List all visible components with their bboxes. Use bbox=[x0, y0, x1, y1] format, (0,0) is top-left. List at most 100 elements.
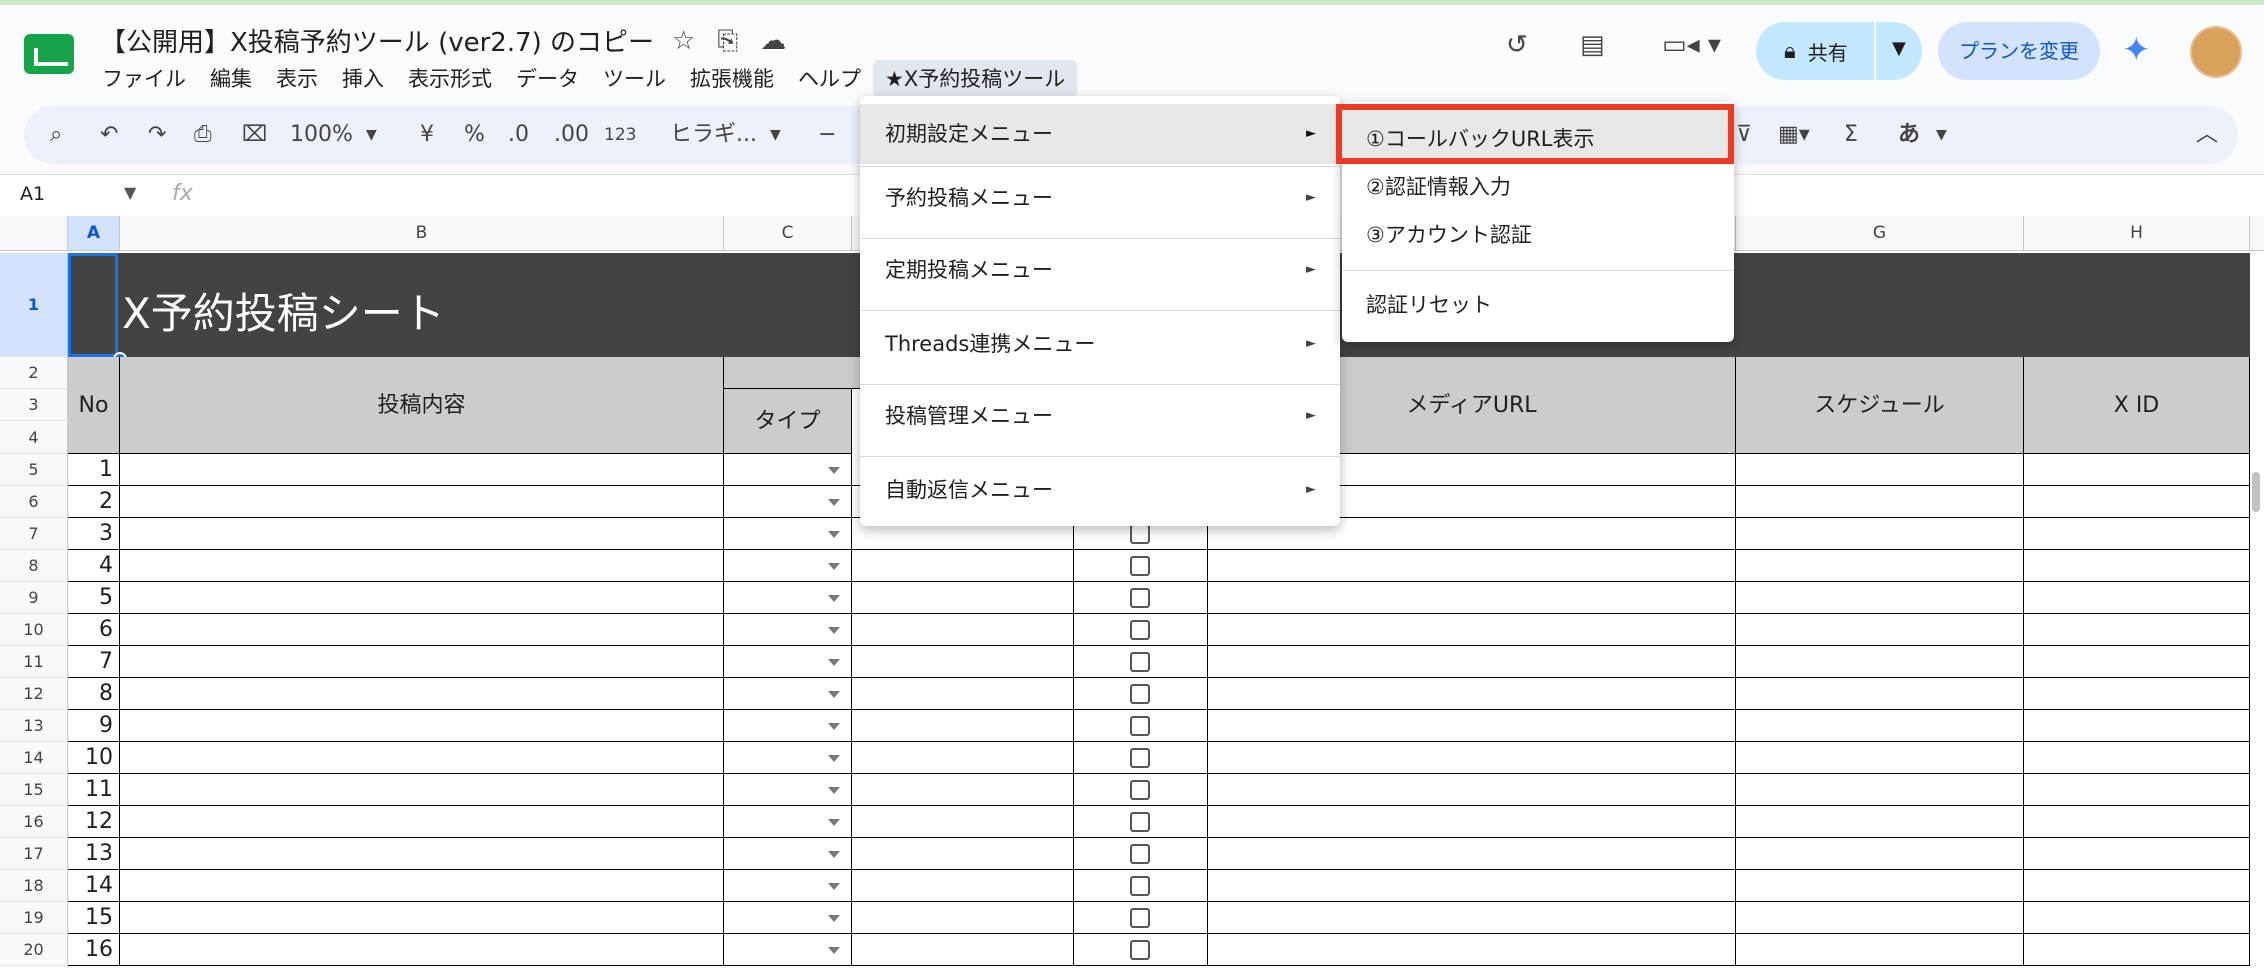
table-cell[interactable] bbox=[1208, 870, 1736, 902]
table-cell[interactable] bbox=[120, 806, 724, 838]
row-header[interactable]: 15 bbox=[0, 774, 68, 806]
menu-item-regular-post[interactable]: 定期投稿メニュー ► bbox=[860, 240, 1340, 300]
vertical-scrollbar[interactable] bbox=[2252, 472, 2260, 512]
menu-item-post-management[interactable]: 投稿管理メニュー ► bbox=[860, 386, 1340, 446]
menu-extensions[interactable]: 拡張機能 bbox=[678, 60, 786, 98]
type-dropdown-icon[interactable] bbox=[828, 819, 840, 826]
table-cell[interactable] bbox=[120, 870, 724, 902]
table-cell[interactable] bbox=[1736, 838, 2024, 870]
sum-icon[interactable]: Σ bbox=[1844, 106, 1858, 164]
table-cell[interactable] bbox=[2024, 902, 2250, 934]
document-title[interactable]: 【公開用】X投稿予約ツール (ver2.7) のコピー bbox=[100, 22, 654, 59]
table-cell[interactable] bbox=[2024, 518, 2250, 550]
checkbox[interactable] bbox=[1130, 556, 1150, 576]
checkbox[interactable] bbox=[1130, 812, 1150, 832]
row-header[interactable]: 20 bbox=[0, 934, 68, 966]
table-cell[interactable] bbox=[120, 614, 724, 646]
table-cell[interactable] bbox=[1736, 582, 2024, 614]
table-cell[interactable] bbox=[120, 550, 724, 582]
row-header[interactable]: 9 bbox=[0, 582, 68, 614]
checkbox[interactable] bbox=[1130, 716, 1150, 736]
table-cell[interactable] bbox=[1208, 582, 1736, 614]
type-dropdown-icon[interactable] bbox=[828, 531, 840, 538]
table-cell[interactable] bbox=[120, 582, 724, 614]
no-cell[interactable]: 7 bbox=[68, 646, 120, 678]
table-cell[interactable] bbox=[1736, 678, 2024, 710]
name-box[interactable]: A1 bbox=[20, 183, 45, 205]
table-cell[interactable] bbox=[852, 646, 1074, 678]
table-cell[interactable] bbox=[2024, 742, 2250, 774]
menu-item-auto-reply[interactable]: 自動返信メニュー ► bbox=[860, 460, 1340, 520]
no-cell[interactable]: 2 bbox=[68, 486, 120, 518]
change-plan-button[interactable]: プランを変更 bbox=[1938, 22, 2100, 80]
column-header-c[interactable]: C bbox=[724, 216, 852, 251]
menu-format[interactable]: 表示形式 bbox=[396, 60, 504, 98]
submenu-item-auth-input[interactable]: ②認証情報入力 bbox=[1342, 164, 1734, 210]
no-cell[interactable]: 8 bbox=[68, 678, 120, 710]
table-cell[interactable] bbox=[852, 710, 1074, 742]
cloud-status-icon[interactable]: ☁ bbox=[760, 26, 786, 57]
table-cell[interactable] bbox=[2024, 774, 2250, 806]
submenu-item-account-auth[interactable]: ③アカウント認証 bbox=[1342, 212, 1734, 258]
row-header[interactable]: 2 bbox=[0, 357, 68, 389]
row-header[interactable]: 11 bbox=[0, 646, 68, 678]
type-dropdown-icon[interactable] bbox=[828, 883, 840, 890]
percent-format-button[interactable]: % bbox=[464, 106, 485, 164]
table-cell[interactable] bbox=[1736, 646, 2024, 678]
table-cell[interactable] bbox=[120, 486, 724, 518]
table-cell[interactable] bbox=[1736, 710, 2024, 742]
zoom-select[interactable]: 100% bbox=[290, 106, 353, 164]
table-cell[interactable] bbox=[1208, 838, 1736, 870]
table-cell[interactable] bbox=[1736, 550, 2024, 582]
table-cell[interactable] bbox=[2024, 710, 2250, 742]
table-cell[interactable] bbox=[1208, 806, 1736, 838]
table-cell[interactable] bbox=[120, 742, 724, 774]
menu-item-threads[interactable]: Threads連携メニュー ► bbox=[860, 314, 1340, 374]
checkbox[interactable] bbox=[1130, 588, 1150, 608]
table-cell[interactable] bbox=[1208, 742, 1736, 774]
table-cell[interactable] bbox=[120, 838, 724, 870]
table-cell[interactable] bbox=[1208, 710, 1736, 742]
table-cell[interactable] bbox=[2024, 454, 2250, 486]
no-cell[interactable]: 3 bbox=[68, 518, 120, 550]
row-header[interactable]: 3 bbox=[0, 389, 68, 421]
no-cell[interactable]: 12 bbox=[68, 806, 120, 838]
functions-table-icon[interactable]: ▦▾ bbox=[1778, 106, 1810, 164]
redo-icon[interactable]: ↷ bbox=[148, 106, 166, 164]
type-dropdown-icon[interactable] bbox=[828, 595, 840, 602]
table-cell[interactable] bbox=[852, 550, 1074, 582]
sheets-logo-icon[interactable] bbox=[24, 34, 74, 74]
table-cell[interactable] bbox=[2024, 838, 2250, 870]
row-header[interactable]: 8 bbox=[0, 550, 68, 582]
type-dropdown-icon[interactable] bbox=[828, 723, 840, 730]
table-cell[interactable] bbox=[120, 902, 724, 934]
share-button[interactable]: 🔒︎ 共有 ▼ bbox=[1756, 22, 1922, 80]
share-dropdown-icon[interactable]: ▼ bbox=[1892, 38, 1906, 59]
table-cell[interactable] bbox=[1208, 614, 1736, 646]
input-tools-dropdown-icon[interactable]: ▼ bbox=[1936, 106, 1947, 164]
table-cell[interactable] bbox=[2024, 870, 2250, 902]
name-box-dropdown-icon[interactable]: ▼ bbox=[124, 183, 136, 202]
checkbox[interactable] bbox=[1130, 620, 1150, 640]
type-dropdown-icon[interactable] bbox=[828, 563, 840, 570]
menu-item-initial-setup[interactable]: 初期設定メニュー ► bbox=[860, 104, 1340, 164]
row-header[interactable]: 18 bbox=[0, 870, 68, 902]
comment-icon[interactable]: ▤ bbox=[1580, 30, 1605, 60]
type-dropdown-icon[interactable] bbox=[828, 691, 840, 698]
table-cell[interactable] bbox=[120, 454, 724, 486]
collapse-toolbar-icon[interactable]: ︿ bbox=[2196, 106, 2218, 164]
type-dropdown-icon[interactable] bbox=[828, 467, 840, 474]
no-cell[interactable]: 14 bbox=[68, 870, 120, 902]
no-cell[interactable]: 5 bbox=[68, 582, 120, 614]
filter-icon[interactable]: ⊽ bbox=[1736, 106, 1752, 164]
table-cell[interactable] bbox=[852, 838, 1074, 870]
table-cell[interactable] bbox=[1208, 646, 1736, 678]
table-cell[interactable] bbox=[2024, 646, 2250, 678]
checkbox[interactable] bbox=[1130, 844, 1150, 864]
checkbox[interactable] bbox=[1130, 780, 1150, 800]
undo-icon[interactable]: ↶ bbox=[100, 106, 118, 164]
checkbox[interactable] bbox=[1130, 748, 1150, 768]
table-cell[interactable] bbox=[120, 678, 724, 710]
no-cell[interactable]: 10 bbox=[68, 742, 120, 774]
column-header-b[interactable]: B bbox=[120, 216, 724, 251]
